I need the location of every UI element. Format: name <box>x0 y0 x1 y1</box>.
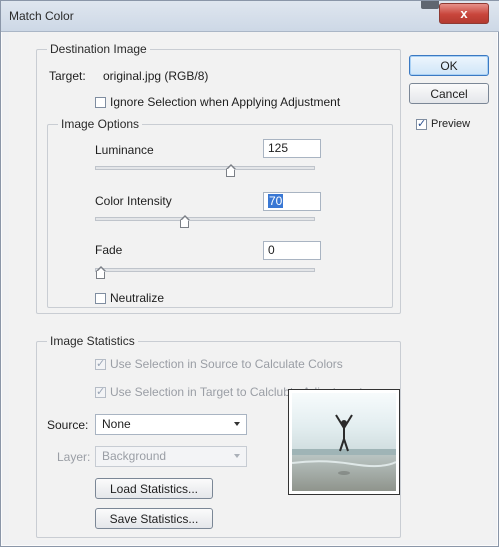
target-label: Target: <box>49 69 86 83</box>
ok-button[interactable]: OK <box>409 55 489 76</box>
color-intensity-label: Color Intensity <box>95 194 172 208</box>
luminance-slider-thumb[interactable] <box>226 164 236 177</box>
ignore-selection-checkbox[interactable]: Ignore Selection when Applying Adjustmen… <box>95 95 340 109</box>
close-button[interactable]: x <box>439 3 489 24</box>
load-statistics-label: Load Statistics... <box>109 481 199 496</box>
save-statistics-label: Save Statistics... <box>109 511 199 526</box>
color-intensity-slider[interactable] <box>95 215 315 228</box>
fade-input[interactable]: 0 <box>263 241 321 260</box>
window-title: Match Color <box>9 9 74 23</box>
chevron-down-icon <box>234 454 240 458</box>
color-intensity-slider-thumb[interactable] <box>180 215 190 228</box>
preview-label: Preview <box>431 118 471 130</box>
load-statistics-button[interactable]: Load Statistics... <box>95 478 213 499</box>
source-label: Source: <box>47 418 89 432</box>
close-icon: x <box>460 6 468 21</box>
target-value: original.jpg (RGB/8) <box>103 69 209 83</box>
fade-label: Fade <box>95 243 123 257</box>
use-target-selection-box[interactable] <box>95 385 106 398</box>
title-bar-stub <box>421 1 439 9</box>
ignore-selection-label: Ignore Selection when Applying Adjustmen… <box>110 95 341 109</box>
destination-image-legend: Destination Image <box>47 42 150 56</box>
luminance-input[interactable]: 125 <box>263 139 321 158</box>
color-intensity-value: 70 <box>268 194 284 208</box>
dialog-body: Destination Image Target: original.jpg (… <box>9 32 493 540</box>
layer-label: Layer: <box>57 450 91 464</box>
fade-slider[interactable] <box>95 266 315 279</box>
chevron-down-icon <box>234 422 240 426</box>
preview-checkbox[interactable]: Preview <box>416 117 471 130</box>
ok-label: OK <box>440 58 458 73</box>
luminance-label: Luminance <box>95 143 154 157</box>
neutralize-label: Neutralize <box>110 291 165 305</box>
source-value: None <box>102 417 131 431</box>
cancel-button[interactable]: Cancel <box>409 83 489 104</box>
layer-value: Background <box>102 449 167 463</box>
luminance-value: 125 <box>268 141 289 155</box>
save-statistics-button[interactable]: Save Statistics... <box>95 508 213 529</box>
preview-box[interactable] <box>416 117 427 130</box>
title-bar[interactable]: Match Color x <box>1 1 499 32</box>
ignore-selection-box[interactable] <box>95 96 106 108</box>
source-select[interactable]: None <box>95 414 247 435</box>
beach-photo <box>291 393 397 491</box>
luminance-slider[interactable] <box>95 164 315 177</box>
layer-select[interactable]: Background <box>95 446 247 467</box>
fade-slider-thumb[interactable] <box>96 266 106 279</box>
color-intensity-input[interactable]: 70 <box>263 192 321 211</box>
image-statistics-legend: Image Statistics <box>47 334 138 348</box>
fade-value: 0 <box>268 243 275 257</box>
neutralize-box[interactable] <box>95 292 106 304</box>
cancel-label: Cancel <box>430 86 468 101</box>
source-thumbnail-image <box>288 389 400 495</box>
match-color-dialog: Match Color x Destination Image Target: … <box>0 0 499 547</box>
use-source-selection-box[interactable] <box>95 357 106 370</box>
use-source-selection-label: Use Selection in Source to Calculate Col… <box>110 357 343 371</box>
neutralize-checkbox[interactable]: Neutralize <box>95 291 164 305</box>
image-options-legend: Image Options <box>58 117 143 131</box>
use-source-selection-checkbox[interactable]: Use Selection in Source to Calculate Col… <box>95 357 343 371</box>
